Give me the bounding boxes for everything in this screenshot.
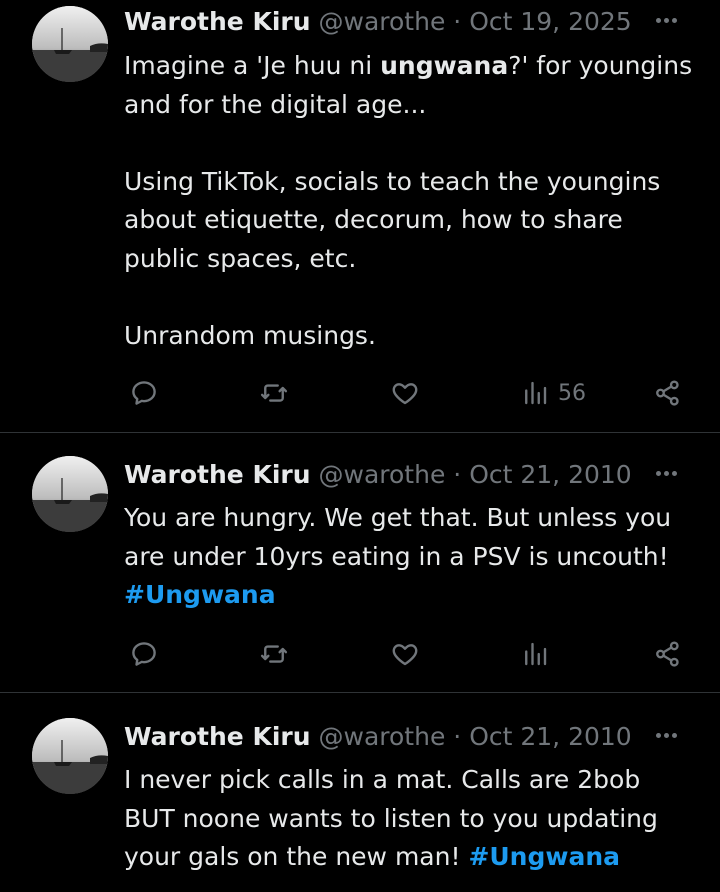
views-button[interactable] — [520, 634, 550, 674]
more-icon[interactable] — [656, 18, 686, 26]
avatar[interactable] — [32, 456, 108, 532]
text-bold: ungwana — [380, 51, 509, 80]
retweet-button[interactable] — [259, 373, 289, 413]
avatar-image — [32, 6, 108, 82]
hashtag-link[interactable]: #Ungwana — [124, 580, 276, 609]
tweet-text: Imagine a 'Je huu ni ungwana?' for young… — [124, 47, 694, 355]
handle[interactable]: @warothe — [319, 722, 446, 751]
separator: · — [453, 460, 462, 489]
tweet[interactable]: Warothe Kiru @warothe · Oct 19, 2025 Ima… — [0, 0, 720, 432]
avatar-image — [32, 718, 108, 794]
avatar[interactable] — [32, 6, 108, 82]
more-icon[interactable] — [656, 471, 686, 479]
share-button[interactable] — [653, 634, 683, 674]
retweet-icon — [260, 645, 288, 663]
timestamp[interactable]: Oct 21, 2010 — [469, 460, 632, 489]
retweet-button[interactable] — [259, 634, 289, 674]
reply-button[interactable] — [129, 373, 159, 413]
share-icon — [656, 380, 679, 406]
text-paragraph: Unrandom musings. — [124, 320, 376, 350]
text-segment: Imagine a 'Je huu ni — [124, 51, 381, 80]
handle[interactable]: @warothe — [319, 7, 446, 36]
separator: · — [453, 722, 462, 751]
share-icon — [656, 641, 679, 667]
heart-icon — [392, 383, 418, 405]
separator: · — [453, 7, 462, 36]
tweet[interactable]: Warothe Kiru @warothe · Oct 21, 2010 You… — [0, 456, 720, 692]
reply-icon — [132, 642, 156, 666]
views-count: 56 — [558, 380, 586, 406]
hashtag-link[interactable]: #Ungwana — [468, 842, 620, 871]
tweet-header: Warothe Kiru @warothe · Oct 21, 2010 — [124, 719, 632, 755]
action-bar — [0, 634, 720, 674]
timestamp[interactable]: Oct 21, 2010 — [469, 722, 632, 751]
avatar[interactable] — [32, 718, 108, 794]
divider — [0, 692, 720, 693]
text-segment: You are hungry. We get that. But unless … — [124, 503, 672, 571]
tweet-text: You are hungry. We get that. But unless … — [124, 499, 694, 615]
tweet-text: I never pick calls in a mat. Calls are 2… — [124, 761, 694, 877]
display-name[interactable]: Warothe Kiru — [124, 460, 311, 489]
heart-icon — [392, 644, 418, 666]
text-paragraph: Using TikTok, socials to teach the young… — [124, 166, 661, 273]
display-name[interactable]: Warothe Kiru — [124, 7, 311, 36]
like-button[interactable] — [390, 373, 420, 413]
display-name[interactable]: Warothe Kiru — [124, 722, 311, 751]
reply-button[interactable] — [129, 634, 159, 674]
retweet-icon — [260, 384, 288, 402]
divider — [0, 432, 720, 433]
like-button[interactable] — [390, 634, 420, 674]
views-icon — [525, 642, 547, 666]
tweet[interactable]: Warothe Kiru @warothe · Oct 21, 2010 I n… — [0, 718, 720, 892]
handle[interactable]: @warothe — [319, 460, 446, 489]
action-bar: 56 — [0, 373, 720, 413]
avatar-image — [32, 456, 108, 532]
tweet-header: Warothe Kiru @warothe · Oct 19, 2025 — [124, 4, 632, 40]
views-icon — [525, 381, 547, 405]
reply-icon — [132, 381, 156, 405]
tweet-header: Warothe Kiru @warothe · Oct 21, 2010 — [124, 457, 632, 493]
views-button[interactable]: 56 — [520, 373, 586, 413]
share-button[interactable] — [653, 373, 683, 413]
more-icon[interactable] — [656, 733, 686, 741]
timestamp[interactable]: Oct 19, 2025 — [469, 7, 632, 36]
